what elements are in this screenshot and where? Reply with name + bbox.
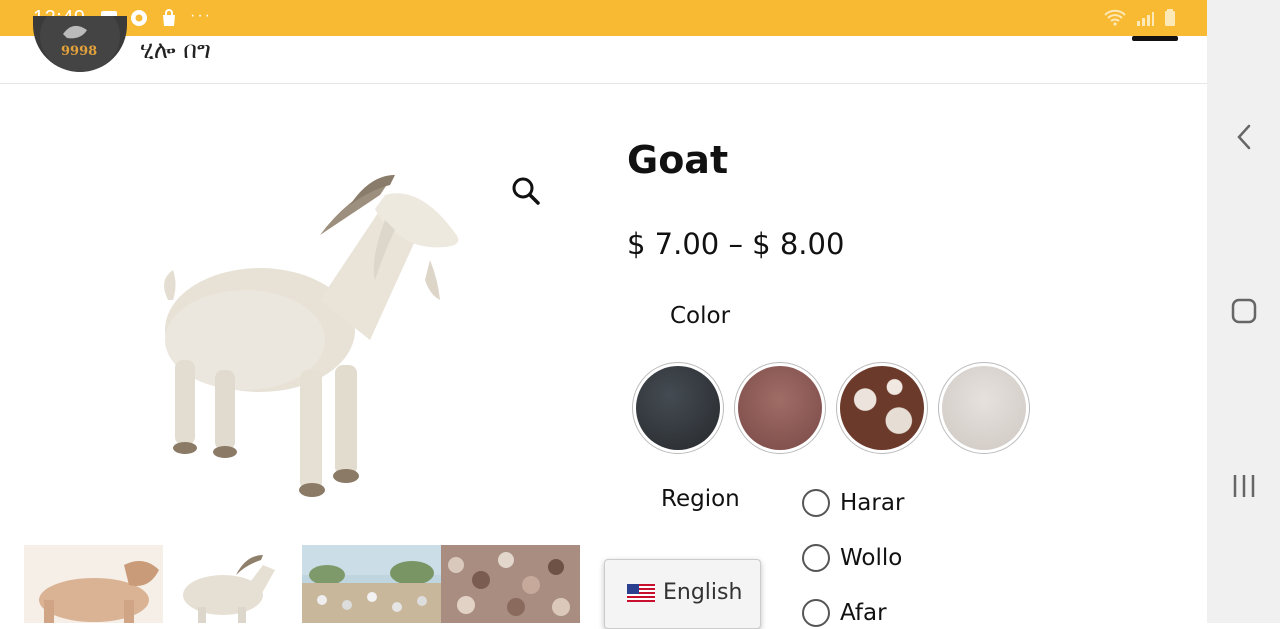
radio-label: Afar (840, 600, 887, 626)
thumbnail-2[interactable] (163, 545, 302, 623)
swatch-white[interactable] (938, 362, 1030, 454)
site-logo[interactable]: 9998 (33, 16, 127, 72)
swatch-brown[interactable] (734, 362, 826, 454)
radio-label: Wollo (840, 545, 903, 571)
signal-icon (1135, 9, 1155, 32)
zoom-icon[interactable] (510, 175, 542, 207)
thumbnail-strip (24, 545, 580, 623)
chrome-icon (130, 9, 148, 27)
logo-number: 9998 (61, 44, 98, 59)
color-swatches (632, 362, 1030, 454)
android-nav-bar (1207, 0, 1280, 623)
radio-button[interactable] (802, 544, 830, 572)
radio-button[interactable] (802, 489, 830, 517)
language-switcher[interactable]: English (604, 559, 761, 629)
more-icon: ··· (190, 7, 212, 24)
product-main-image[interactable] (40, 120, 580, 520)
recents-icon[interactable] (1231, 471, 1257, 501)
radio-harar[interactable]: Harar (802, 489, 904, 517)
region-label: Region (661, 486, 740, 512)
site-header: 9998 ሂሎ በግ (0, 16, 1207, 84)
product-price: $ 7.00 – $ 8.00 (627, 227, 845, 261)
battery-icon (1163, 9, 1177, 32)
logo-text: ሂሎ በግ (140, 36, 211, 64)
thumbnail-1[interactable] (24, 545, 163, 623)
status-bar: 12:49 ··· (0, 0, 1207, 36)
menu-button[interactable] (1132, 36, 1178, 41)
flag-us-icon (627, 584, 655, 602)
radio-wollo[interactable]: Wollo (802, 544, 902, 572)
back-icon[interactable] (1231, 122, 1257, 152)
wifi-icon (1103, 9, 1127, 32)
language-label: English (663, 580, 743, 605)
product-title: Goat (627, 138, 729, 182)
bag-icon (160, 9, 178, 27)
thumbnail-4[interactable] (441, 545, 580, 623)
home-icon[interactable] (1231, 296, 1257, 326)
thumbnail-3[interactable] (302, 545, 441, 623)
swatch-spotted[interactable] (836, 362, 928, 454)
swatch-black[interactable] (632, 362, 724, 454)
radio-label: Harar (840, 490, 905, 516)
color-label: Color (670, 303, 731, 329)
